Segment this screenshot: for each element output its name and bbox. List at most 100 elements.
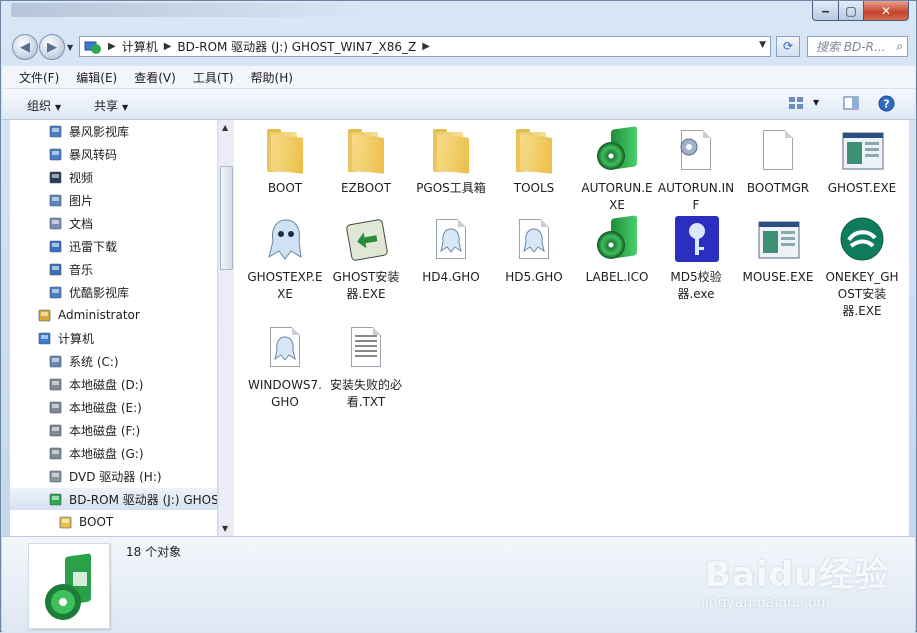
file-name: GHOST.EXE <box>827 181 897 195</box>
file-item[interactable]: PGOS工具箱 <box>412 126 490 197</box>
file-list-pane[interactable]: BOOT EZBOOT PGOS工具箱 TOOLS AUTORUN.EXE AUTORUN… <box>234 120 909 536</box>
tree-item-label: DVD 驱动器 (H:) <box>69 469 162 484</box>
tree-item[interactable]: 暴风转码 <box>10 143 217 165</box>
menu-edit[interactable]: 编辑(E) <box>76 69 117 86</box>
file-name: ONEKEY_GHOST安装器.EXE <box>825 270 899 318</box>
refresh-button[interactable]: ⟳ <box>776 36 800 57</box>
tree-item[interactable]: 图片 <box>10 189 217 211</box>
breadcrumb-bd-rom[interactable]: BD-ROM 驱动器 (J:) GHOST_WIN7_X86_Z <box>177 38 416 55</box>
file-item[interactable]: GHOST.EXE <box>823 126 901 197</box>
autorun-disc-icon <box>593 126 641 176</box>
scroll-up-icon[interactable]: ▲ <box>222 123 228 132</box>
file-item[interactable]: BOOTMGR <box>739 126 817 197</box>
tree-item[interactable]: 本地磁盘 (E:) <box>10 396 217 418</box>
file-name: WINDOWS7.GHO <box>248 378 322 409</box>
view-dropdown-icon[interactable]: ▼ <box>813 98 819 107</box>
file-item[interactable]: LABEL.ICO <box>578 215 656 286</box>
folder-icon <box>510 126 558 176</box>
hard-drive-icon <box>48 377 63 392</box>
tree-item[interactable]: BD-ROM 驱动器 (J:) GHOST_WIN7 <box>10 488 217 510</box>
media-library-icon <box>48 124 63 139</box>
back-arrow-icon: ◀ <box>20 39 30 55</box>
back-button[interactable]: ◀ <box>12 34 38 60</box>
title-bar[interactable]: ‒ ▢ ✕ <box>1 1 916 27</box>
file-item[interactable]: AUTORUN.EXE <box>578 126 656 214</box>
navigation-pane[interactable]: 暴风影视库 暴风转码 视频 图片文档迅雷下载音乐 优酷影视库 Administrator 计… <box>10 120 217 536</box>
file-item[interactable]: TOOLS <box>495 126 573 197</box>
file-item[interactable]: GHOST安装器.EXE <box>327 215 405 303</box>
tree-item-label: 文档 <box>69 216 94 231</box>
music-library-icon <box>48 262 63 277</box>
file-item[interactable]: AUTORUN.INF <box>657 126 735 214</box>
key-icon <box>672 215 720 265</box>
tree-item[interactable]: 迅雷下载 <box>10 235 217 257</box>
tree-item-label: 计算机 <box>58 331 95 346</box>
tree-item-label: 迅雷下载 <box>69 239 118 254</box>
refresh-icon: ⟳ <box>782 39 794 53</box>
folder-icon <box>342 126 390 176</box>
tree-item-label: 本地磁盘 (G:) <box>69 446 144 461</box>
maximize-button[interactable]: ▢ <box>838 1 864 21</box>
file-item[interactable]: GHOSTEXP.EXE <box>246 215 324 303</box>
tree-item[interactable]: 本地磁盘 (D:) <box>10 373 217 395</box>
navigation-bar: ◀ ▶ ▼ ▶ 计算机 ▶ BD-ROM 驱动器 (J:) GHOST_WIN7… <box>1 29 916 63</box>
menu-tools[interactable]: 工具(T) <box>193 69 234 86</box>
file-item[interactable]: EZBOOT <box>327 126 405 197</box>
onekey-ghost-icon <box>838 215 886 265</box>
scroll-down-icon[interactable]: ▼ <box>222 524 228 533</box>
view-options-icon[interactable] <box>788 96 804 110</box>
file-name: HD5.GHO <box>505 270 563 284</box>
tree-item[interactable]: 本地磁盘 (F:) <box>10 419 217 441</box>
tree-item-label: 本地磁盘 (E:) <box>69 400 142 415</box>
tree-item[interactable]: 音乐 <box>10 258 217 280</box>
file-item[interactable]: HD4.GHO <box>412 215 490 286</box>
recent-pages-dropdown[interactable]: ▼ <box>67 43 73 52</box>
tree-item[interactable]: Administrator <box>10 304 217 326</box>
preview-pane-icon[interactable] <box>843 96 859 110</box>
scrollbar-thumb[interactable] <box>220 166 233 270</box>
media-library-icon <box>48 147 63 162</box>
tree-item[interactable]: 文档 <box>10 212 217 234</box>
computer-icon <box>84 41 101 54</box>
tree-item[interactable]: 视频 <box>10 166 217 188</box>
forward-button[interactable]: ▶ <box>39 34 65 60</box>
file-item[interactable]: WINDOWS7.GHO <box>246 323 324 411</box>
file-item[interactable]: BOOT <box>246 126 324 197</box>
tree-item[interactable]: BOOT <box>10 511 217 533</box>
breadcrumb-separator[interactable]: ▶ <box>108 41 116 52</box>
file-name: EZBOOT <box>340 181 392 195</box>
video-library-icon <box>48 170 63 185</box>
search-icon[interactable]: ⌕ <box>896 39 903 54</box>
file-item[interactable]: ONEKEY_GHOST安装器.EXE <box>823 215 901 320</box>
navigation-scrollbar[interactable]: ▲ ▼ <box>218 120 234 536</box>
menu-file[interactable]: 文件(F) <box>19 69 59 86</box>
close-button[interactable]: ✕ <box>863 1 909 21</box>
minimize-button[interactable]: ‒ <box>812 1 839 21</box>
tree-item[interactable]: 暴风影视库 <box>10 120 217 142</box>
file-item[interactable]: 安装失败的必看.TXT <box>327 323 405 411</box>
search-input[interactable]: 搜索 BD-R... ⌕ <box>807 36 908 57</box>
share-button[interactable]: 共享 ▼ <box>94 97 128 114</box>
file-item[interactable]: MD5校验器.exe <box>657 215 735 303</box>
file-item[interactable]: MOUSE.EXE <box>739 215 817 286</box>
organize-button[interactable]: 组织 ▼ <box>27 97 61 114</box>
address-bar[interactable]: ▶ 计算机 ▶ BD-ROM 驱动器 (J:) GHOST_WIN7_X86_Z… <box>79 36 771 57</box>
breadcrumb-separator[interactable]: ▶ <box>164 41 172 52</box>
breadcrumb-separator[interactable]: ▶ <box>422 41 430 52</box>
tree-item[interactable]: DVD 驱动器 (H:) <box>10 465 217 487</box>
help-icon[interactable]: ? <box>878 95 895 112</box>
tree-item[interactable]: 本地磁盘 (G:) <box>10 442 217 464</box>
search-placeholder: 搜索 BD-R... <box>816 40 886 54</box>
installer-icon <box>342 215 390 265</box>
tree-item[interactable]: 系统 (C:) <box>10 350 217 372</box>
address-history-dropdown[interactable]: ▼ <box>759 40 766 50</box>
menu-view[interactable]: 查看(V) <box>134 69 176 86</box>
blank-file-icon <box>754 126 802 176</box>
tree-item[interactable]: 优酷影视库 <box>10 281 217 303</box>
file-item[interactable]: HD5.GHO <box>495 215 573 286</box>
menu-help[interactable]: 帮助(H) <box>251 69 293 86</box>
tree-item[interactable]: 计算机 <box>10 327 217 349</box>
breadcrumb-computer[interactable]: 计算机 <box>122 38 158 55</box>
picture-library-icon <box>48 193 63 208</box>
selected-item-thumbnail <box>28 543 110 629</box>
